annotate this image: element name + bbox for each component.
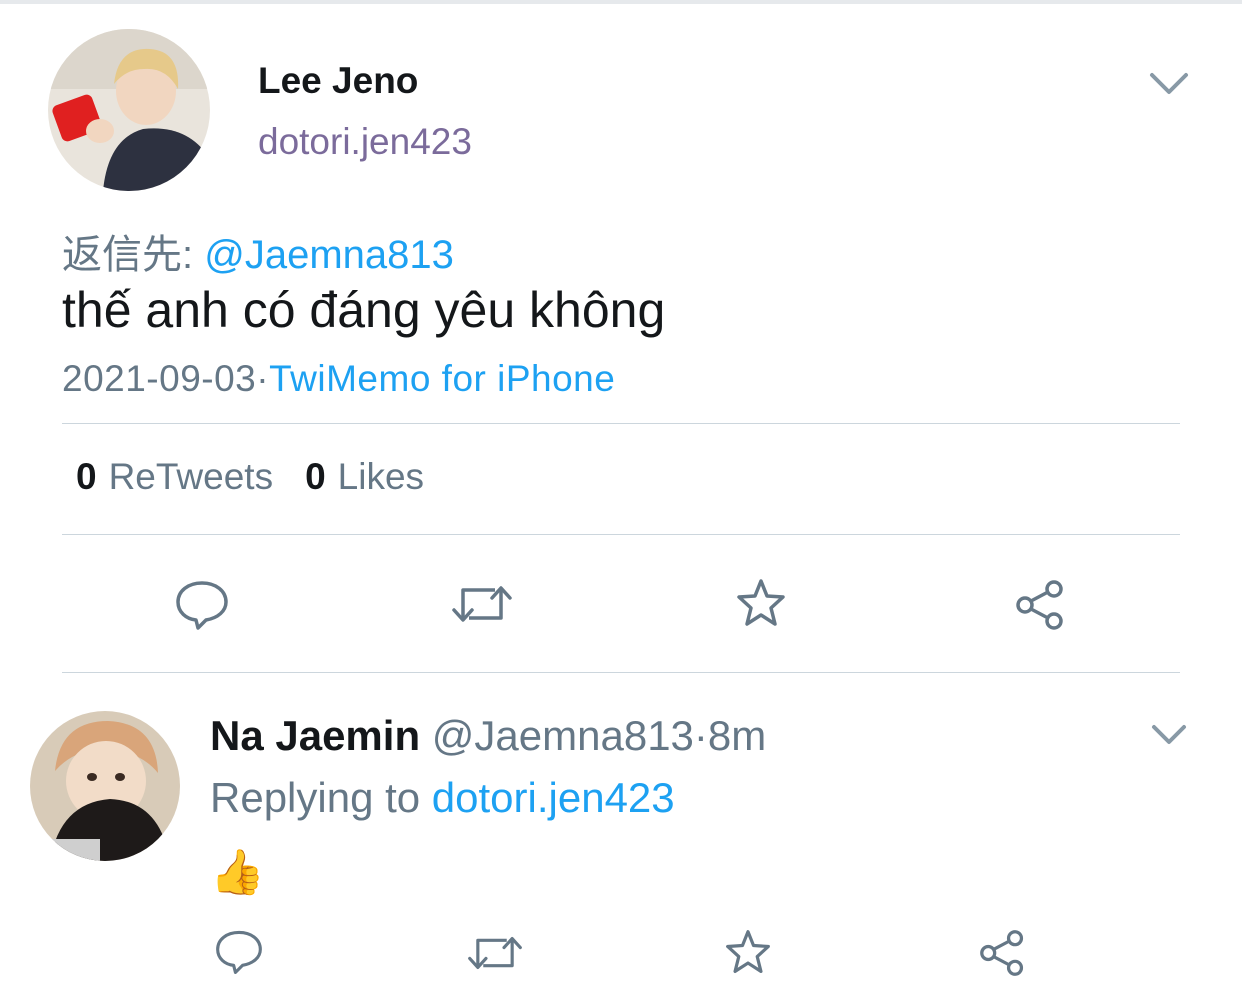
replying-label: Replying to <box>210 774 421 821</box>
reply-time: 8m <box>707 712 767 759</box>
reply-handle[interactable]: @Jaemna813 <box>432 712 694 759</box>
source-link[interactable]: TwiMemo for iPhone <box>269 358 615 399</box>
tweet-stats: 0 ReTweets 0 Likes <box>76 456 424 498</box>
user-handle[interactable]: dotori.jen423 <box>258 121 472 163</box>
star-icon <box>735 579 787 633</box>
meta-separator: · <box>256 358 270 399</box>
tweet-text: thế anh có đáng yêu không <box>62 282 666 338</box>
like-count: 0 <box>305 456 326 497</box>
reply-display-name[interactable]: Na Jaemin <box>210 712 420 759</box>
like-label[interactable]: Likes <box>338 456 424 497</box>
retweet-button[interactable] <box>451 580 513 633</box>
reply-header: Na Jaemin @Jaemna813·8m <box>210 712 766 760</box>
share-button[interactable] <box>1014 579 1068 636</box>
divider <box>62 534 1180 535</box>
reply-button[interactable] <box>214 928 264 981</box>
divider <box>62 423 1180 424</box>
reply-button[interactable] <box>174 578 230 637</box>
retweet-count: 0 <box>76 456 97 497</box>
top-border <box>0 0 1242 4</box>
like-button[interactable] <box>735 577 787 634</box>
display-name[interactable]: Lee Jeno <box>258 60 418 102</box>
like-button[interactable] <box>724 928 772 981</box>
reply-icon <box>174 581 230 636</box>
tweet-date: 2021-09-03 <box>62 358 257 399</box>
share-icon <box>1014 580 1068 635</box>
replying-to-link[interactable]: dotori.jen423 <box>432 774 675 821</box>
retweet-button[interactable] <box>467 931 523 980</box>
reply-to-link[interactable]: @Jaemna813 <box>204 233 454 277</box>
chevron-down-icon[interactable] <box>1150 722 1188 753</box>
tweet-meta: 2021-09-03·TwiMemo for iPhone <box>62 358 615 400</box>
chevron-down-icon[interactable] <box>1148 70 1190 103</box>
share-icon <box>978 930 1028 981</box>
share-button[interactable] <box>978 929 1028 982</box>
retweet-icon <box>467 936 523 979</box>
reply-separator: · <box>693 712 708 759</box>
reply-text: 👍 <box>210 848 265 897</box>
reply-icon <box>214 930 264 980</box>
avatar-main[interactable] <box>48 29 210 191</box>
reply-to-line: 返信先: @Jaemna813 <box>62 222 454 280</box>
avatar-reply[interactable] <box>30 711 180 861</box>
star-icon <box>724 930 772 980</box>
replying-to-line: Replying to dotori.jen423 <box>210 774 675 822</box>
reply-prefix: 返信先: <box>62 233 194 277</box>
retweet-label[interactable]: ReTweets <box>109 456 274 497</box>
retweet-icon <box>451 586 513 632</box>
divider <box>62 672 1180 673</box>
